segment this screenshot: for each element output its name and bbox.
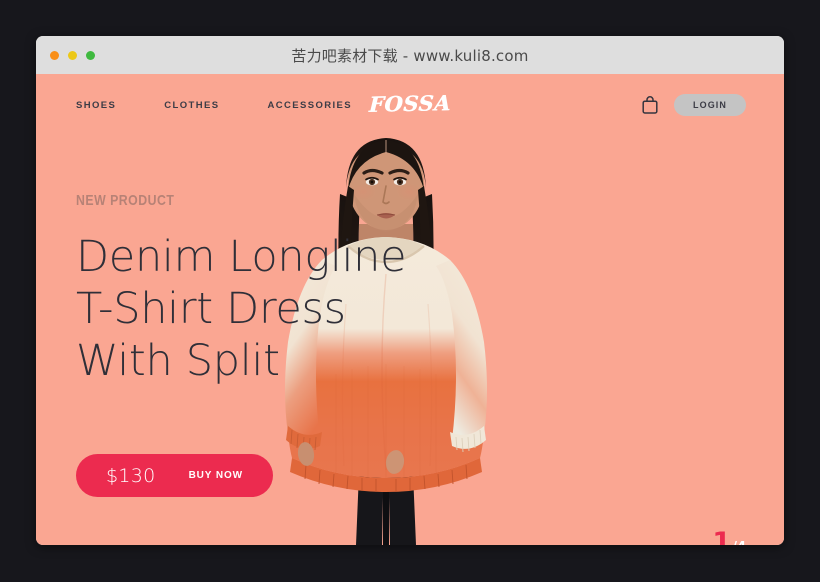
- headline-line-2: T-Shirt Dress: [76, 284, 346, 334]
- login-button[interactable]: LOGIN: [674, 94, 746, 116]
- slide-counter-current: 1: [712, 527, 732, 545]
- hero-eyebrow: NEW PRODUCT: [76, 192, 175, 209]
- headline-line-3: With Split: [76, 336, 280, 386]
- close-button[interactable]: [50, 50, 59, 60]
- nav-actions: LOGIN: [642, 74, 746, 136]
- nav-item-accessories[interactable]: ACCESSORIES: [267, 100, 352, 111]
- shopping-bag-icon[interactable]: [642, 96, 658, 114]
- product-price: $130: [106, 464, 156, 487]
- site-navigation: SHOES CLOTHES ACCESSORIES FOSSA LOGIN: [36, 74, 784, 136]
- zoom-button[interactable]: [86, 50, 95, 60]
- browser-window: 苦力吧素材下载 - www.kuli8.com SHOES CLOTHES AC…: [36, 36, 784, 545]
- nav-item-shoes[interactable]: SHOES: [76, 100, 116, 111]
- browser-titlebar: 苦力吧素材下载 - www.kuli8.com: [36, 36, 784, 74]
- nav-links: SHOES CLOTHES ACCESSORIES: [76, 100, 352, 111]
- traffic-lights: [50, 36, 95, 74]
- slide-counter-total: /4: [732, 540, 746, 545]
- headline-line-1: Denim Longline: [76, 232, 407, 282]
- website-page: SHOES CLOTHES ACCESSORIES FOSSA LOGIN NE…: [36, 74, 784, 545]
- window-title: 苦力吧素材下载 - www.kuli8.com: [291, 46, 529, 65]
- slide-counter: 1 /4: [712, 529, 746, 545]
- hero-headline: Denim Longline T-Shirt Dress With Split: [76, 231, 476, 387]
- buy-now-label: BUY NOW: [188, 470, 244, 481]
- buy-now-button[interactable]: $130 BUY NOW: [76, 454, 274, 497]
- logo-text: FOSSA: [368, 90, 452, 117]
- minimize-button[interactable]: [68, 50, 77, 60]
- hero-content: NEW PRODUCT Denim Longline T-Shirt Dress…: [76, 192, 476, 387]
- nav-item-clothes[interactable]: CLOTHES: [164, 100, 219, 111]
